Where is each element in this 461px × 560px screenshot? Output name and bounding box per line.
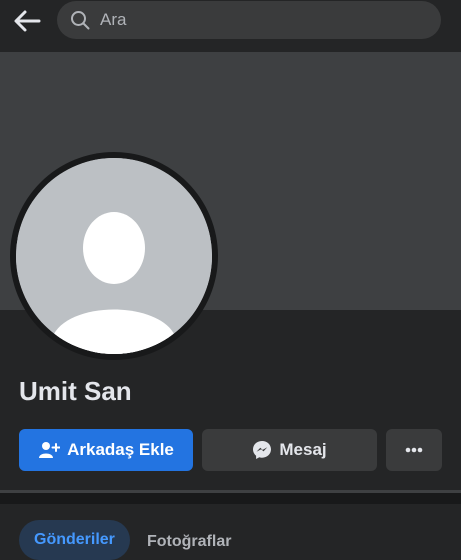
search-bar[interactable] xyxy=(57,1,441,39)
avatar xyxy=(16,158,212,354)
profile-tabs: Gönderiler Fotoğraflar xyxy=(0,504,461,560)
profile-name: Umit San xyxy=(19,376,132,406)
tab-photos[interactable]: Fotoğraflar xyxy=(147,533,231,551)
more-options-button[interactable] xyxy=(386,429,442,471)
messenger-icon xyxy=(252,440,272,460)
tab-posts[interactable]: Gönderiler xyxy=(19,520,130,560)
default-avatar-icon xyxy=(16,158,212,354)
add-friend-label: Arkadaş Ekle xyxy=(67,440,174,459)
profile-picture[interactable] xyxy=(10,152,218,360)
divider-line xyxy=(0,490,461,493)
add-friend-icon xyxy=(38,441,61,459)
message-button[interactable]: Mesaj xyxy=(202,429,377,471)
search-icon xyxy=(70,10,90,30)
top-bar xyxy=(0,0,461,44)
message-label: Mesaj xyxy=(279,440,327,459)
more-dots-icon xyxy=(405,447,423,453)
add-friend-button[interactable]: Arkadaş Ekle xyxy=(19,429,193,471)
back-button[interactable] xyxy=(10,6,44,36)
section-divider xyxy=(0,490,461,504)
back-arrow-icon xyxy=(14,10,41,32)
search-input[interactable] xyxy=(98,9,402,31)
